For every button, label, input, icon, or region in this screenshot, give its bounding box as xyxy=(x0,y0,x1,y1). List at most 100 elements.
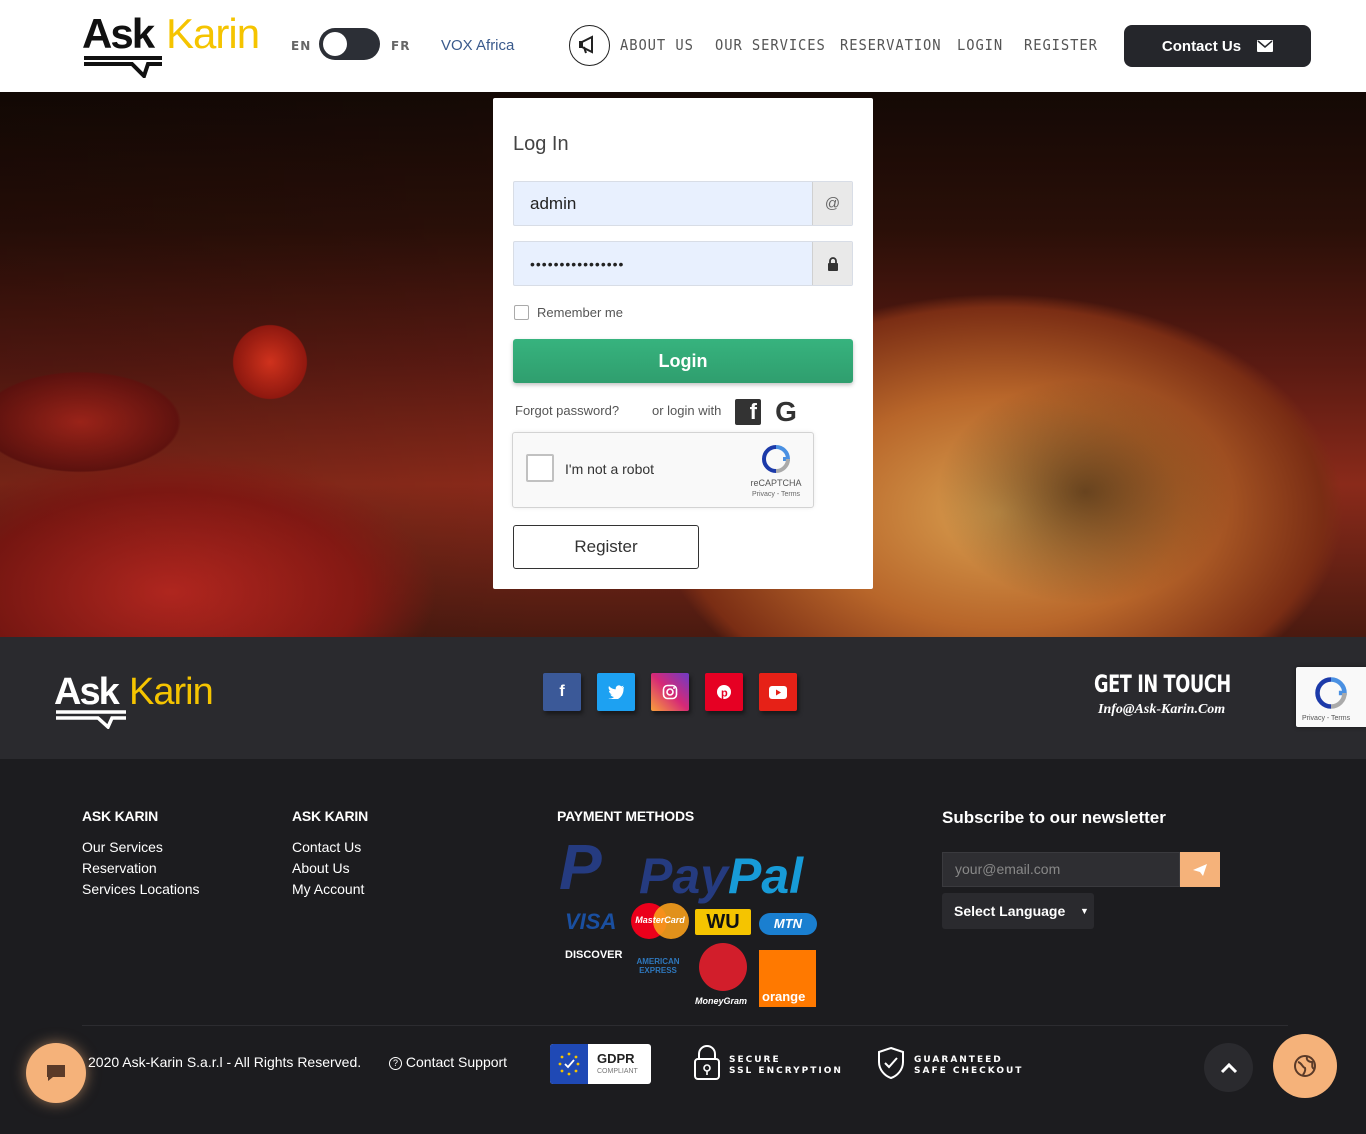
ssl-lock-icon xyxy=(693,1045,721,1086)
recaptcha-checkbox[interactable] xyxy=(526,454,554,482)
login-card: Log In @ Remember me Login Forgot passwo… xyxy=(493,98,873,589)
instagram-icon[interactable] xyxy=(651,673,689,711)
footer-main: ASK KARIN Our Services Reservation Servi… xyxy=(0,759,1366,1134)
nav-reservation[interactable]: RESERVATION xyxy=(840,36,942,54)
eu-stars-icon xyxy=(550,1044,588,1084)
twitter-icon[interactable] xyxy=(597,673,635,711)
askkarin-logo[interactable]: Ask Karin xyxy=(82,10,272,78)
paypal-p-icon: P xyxy=(559,831,602,903)
youtube-icon[interactable] xyxy=(759,673,797,711)
ssl-line1: SECURE xyxy=(729,1055,781,1065)
gdpr-badge: GDPR COMPLIANT xyxy=(550,1044,651,1084)
globe-icon xyxy=(1294,1055,1316,1077)
get-in-touch-heading: GET IN TOUCH xyxy=(1094,670,1231,698)
recaptcha-badge-links: Privacy - Terms xyxy=(1302,715,1351,722)
footer-link-reservation[interactable]: Reservation xyxy=(82,858,200,879)
recaptcha-brand: reCAPTCHA xyxy=(750,478,802,488)
language-toggle[interactable] xyxy=(319,28,380,60)
vox-africa-link[interactable]: VOX Africa xyxy=(441,37,514,54)
ssl-encryption-badge: SECURE SSL ENCRYPTION xyxy=(729,1055,843,1077)
register-button[interactable]: Register xyxy=(513,525,699,569)
footer-link-about-us[interactable]: About Us xyxy=(292,858,364,879)
nav-register[interactable]: REGISTER xyxy=(1024,36,1098,54)
username-field[interactable]: @ xyxy=(513,181,853,226)
lang-fr[interactable]: FR xyxy=(391,39,410,53)
pinterest-icon[interactable]: p xyxy=(705,673,743,711)
footer-link-services-locations[interactable]: Services Locations xyxy=(82,879,200,900)
amex-logo: AMERICAN EXPRESS xyxy=(636,957,680,975)
contact-us-button[interactable]: Contact Us xyxy=(1124,25,1311,67)
shield-check-icon xyxy=(877,1046,905,1085)
password-input[interactable] xyxy=(514,242,804,285)
footer-col1-links: Our Services Reservation Services Locati… xyxy=(82,837,200,900)
login-title: Log In xyxy=(513,133,569,155)
contact-email-link[interactable]: Info@Ask-Karin.Com xyxy=(1098,702,1225,718)
payment-methods-title: PAYMENT METHODS xyxy=(557,808,695,824)
forgot-password-link[interactable]: Forgot password? xyxy=(515,403,619,418)
footer-logo-karin: Karin xyxy=(129,671,214,713)
google-login-icon[interactable]: G xyxy=(771,397,801,427)
moneygram-logo: MoneyGram xyxy=(695,996,748,1006)
footer-col2-links: Contact Us About Us My Account xyxy=(292,837,364,900)
footer-link-contact-us[interactable]: Contact Us xyxy=(292,837,364,858)
chat-bubble-icon xyxy=(47,1065,65,1081)
logo-speech-tail-icon xyxy=(84,56,162,78)
checkout-line2: SAFE CHECKOUT xyxy=(914,1066,1024,1076)
footer-link-our-services[interactable]: Our Services xyxy=(82,837,200,858)
password-field[interactable] xyxy=(513,241,853,286)
orange-logo: orange xyxy=(759,950,816,1007)
language-select[interactable]: Select Language ▼ xyxy=(942,893,1094,929)
footer-divider xyxy=(82,1025,1288,1026)
paypal-wordmark: PayPal xyxy=(639,848,804,904)
lang-en[interactable]: EN xyxy=(291,39,311,53)
payment-logos: P PayPal VISA MasterCard WU MTN DISCOVER… xyxy=(557,835,832,1010)
western-union-logo: WU xyxy=(695,909,751,935)
recaptcha-logo-icon: reCAPTCHA Privacy - Terms xyxy=(746,443,806,503)
newsletter-email-input[interactable]: your@email.com xyxy=(942,852,1180,887)
remember-me-checkbox[interactable] xyxy=(514,305,529,320)
copyright-text: 2020 Ask-Karin S.a.r.l - All Rights Rese… xyxy=(88,1054,362,1070)
mastercard-logo: MasterCard xyxy=(631,903,689,939)
footer-logo-ask: Ask xyxy=(54,671,120,713)
contact-us-label: Contact Us xyxy=(1161,37,1242,55)
username-input[interactable] xyxy=(514,182,804,225)
footer-logo-tail-icon xyxy=(56,710,126,729)
contact-support-link[interactable]: ? Contact Support xyxy=(389,1054,507,1070)
contact-support-label: Contact Support xyxy=(405,1054,508,1070)
at-icon: @ xyxy=(812,182,852,225)
visa-logo: VISA xyxy=(565,909,617,934)
logo-ask: Ask xyxy=(82,10,155,57)
footer-logo[interactable]: Ask Karin xyxy=(54,671,234,729)
svg-text:p: p xyxy=(721,688,728,700)
facebook-login-icon[interactable]: f xyxy=(735,399,761,425)
nav-about-us[interactable]: ABOUT US xyxy=(620,36,694,54)
site-header: Ask Karin EN FR VOX Africa ABOUT US OUR … xyxy=(0,0,1366,92)
scroll-to-top-button[interactable] xyxy=(1204,1043,1253,1092)
or-login-with-label: or login with xyxy=(652,403,722,418)
chat-button[interactable] xyxy=(26,1043,86,1103)
ssl-line2: SSL ENCRYPTION xyxy=(729,1066,843,1076)
checkout-line1: GUARANTEED xyxy=(914,1055,1003,1065)
recaptcha-badge-icon xyxy=(1315,677,1347,709)
toggle-knob xyxy=(323,32,347,56)
gdpr-sub-label: COMPLIANT xyxy=(597,1068,638,1075)
discover-logo: DISCOVER xyxy=(565,949,623,961)
recaptcha-badge[interactable]: Privacy - Terms xyxy=(1296,667,1366,727)
translate-globe-button[interactable] xyxy=(1273,1034,1337,1098)
question-circle-icon: ? xyxy=(389,1057,402,1070)
logo-karin: Karin xyxy=(166,10,260,57)
login-button[interactable]: Login xyxy=(513,339,853,383)
footer-link-my-account[interactable]: My Account xyxy=(292,879,364,900)
facebook-icon[interactable]: f xyxy=(543,673,581,711)
recaptcha-links[interactable]: Privacy - Terms xyxy=(746,491,806,498)
lock-icon xyxy=(812,242,852,285)
mtn-logo: MTN xyxy=(759,913,817,935)
caret-down-icon: ▼ xyxy=(1080,906,1089,916)
footer-col1-title: ASK KARIN xyxy=(82,808,158,824)
nav-login[interactable]: LOGIN xyxy=(957,36,1003,54)
megaphone-icon[interactable] xyxy=(569,25,610,66)
moneygram-globe-icon xyxy=(699,943,747,991)
newsletter-submit-button[interactable] xyxy=(1180,852,1220,887)
nav-our-services[interactable]: OUR SERVICES xyxy=(715,36,826,54)
safe-checkout-badge: GUARANTEED SAFE CHECKOUT xyxy=(914,1055,1023,1077)
